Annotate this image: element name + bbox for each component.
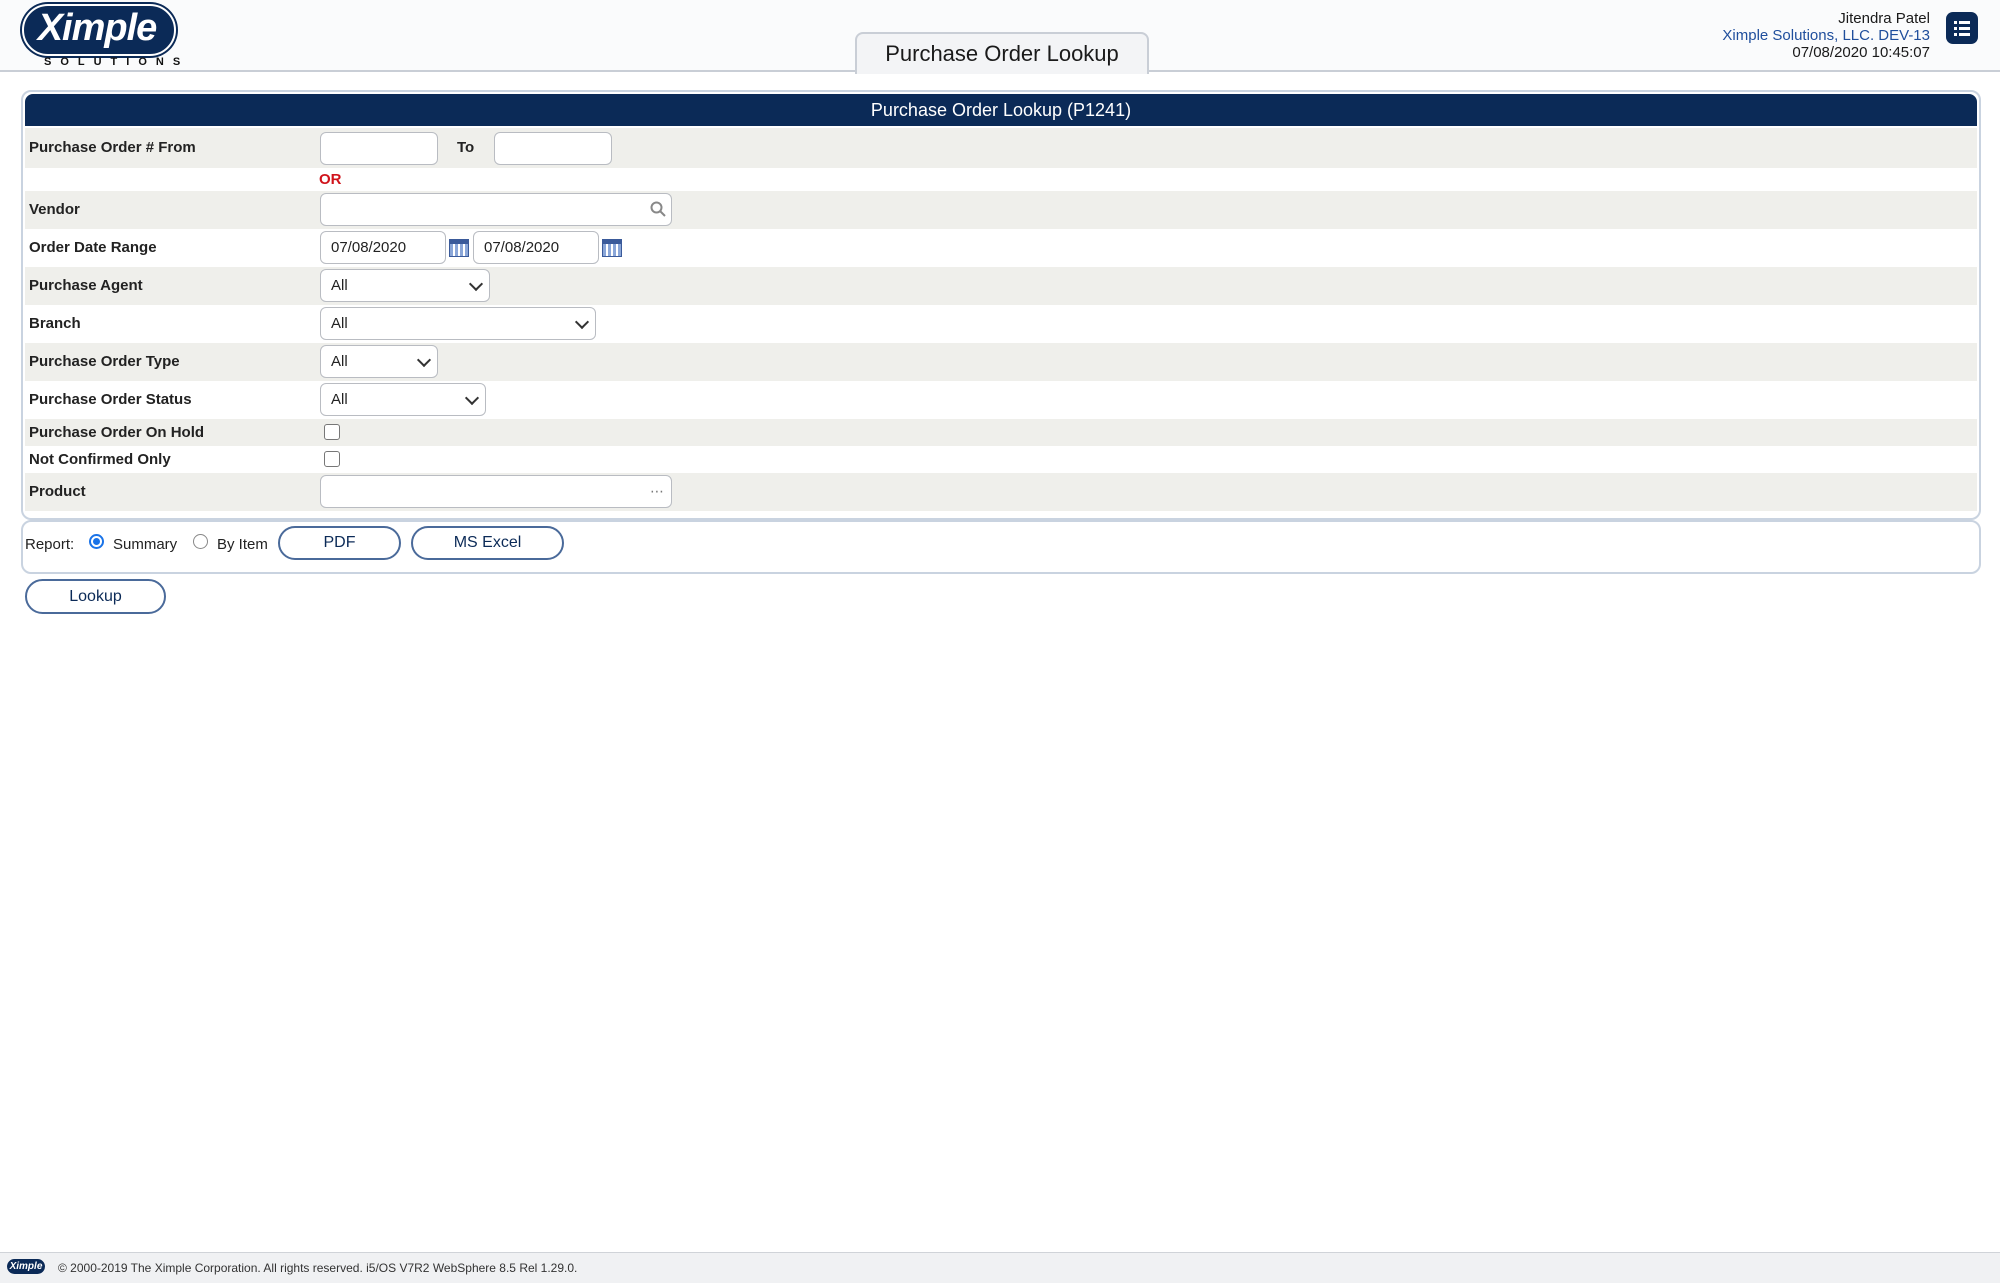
- row-purchase-agent: Purchase Agent All: [25, 267, 1977, 305]
- branch-select[interactable]: All: [320, 307, 596, 340]
- summary-label[interactable]: Summary: [113, 536, 177, 553]
- chevron-down-icon: [464, 390, 480, 405]
- not-confirmed-checkbox[interactable]: [324, 451, 340, 467]
- app-header: Ximple SOLUTIONS Purchase Order Lookup J…: [0, 0, 2000, 74]
- purchase-agent-label: Purchase Agent: [29, 277, 143, 294]
- vendor-input[interactable]: [320, 193, 672, 226]
- product-label: Product: [29, 483, 86, 500]
- po-to-input[interactable]: [494, 132, 612, 165]
- po-from-input[interactable]: [320, 132, 438, 165]
- order-date-to-input[interactable]: 07/08/2020: [473, 231, 599, 264]
- search-icon[interactable]: [650, 201, 666, 217]
- ms-excel-button[interactable]: MS Excel: [411, 526, 564, 560]
- calendar-icon[interactable]: [602, 239, 622, 257]
- row-order-date: Order Date Range 07/08/2020 07/08/2020: [25, 229, 1977, 267]
- order-date-label: Order Date Range: [29, 239, 157, 256]
- logo-subtitle: SOLUTIONS: [44, 56, 190, 68]
- by-item-label[interactable]: By Item: [217, 536, 268, 553]
- copyright-text: © 2000-2019 The Ximple Corporation. All …: [58, 1261, 578, 1275]
- row-not-confirmed: Not Confirmed Only: [25, 446, 1977, 473]
- vendor-label: Vendor: [29, 201, 80, 218]
- purchase-agent-value: All: [331, 277, 348, 294]
- list-icon[interactable]: [1946, 12, 1978, 44]
- pdf-button[interactable]: PDF: [278, 526, 401, 560]
- purchase-agent-select[interactable]: All: [320, 269, 490, 302]
- on-hold-label: Purchase Order On Hold: [29, 424, 205, 441]
- po-status-select[interactable]: All: [320, 383, 486, 416]
- row-on-hold: Purchase Order On Hold: [25, 419, 1977, 446]
- form-title: Purchase Order Lookup (P1241): [25, 94, 1977, 126]
- on-hold-checkbox[interactable]: [324, 424, 340, 440]
- product-input[interactable]: [320, 475, 672, 508]
- chevron-down-icon: [574, 314, 590, 329]
- order-date-from-input[interactable]: 07/08/2020: [320, 231, 446, 264]
- po-status-label: Purchase Order Status: [29, 391, 192, 408]
- ximple-logo[interactable]: Ximple SOLUTIONS: [22, 2, 180, 68]
- by-item-radio[interactable]: [193, 534, 208, 549]
- ellipsis-icon[interactable]: ⋯: [650, 483, 665, 500]
- lookup-form-panel: Purchase Order Lookup (P1241) Purchase O…: [21, 90, 1981, 520]
- po-to-label: To: [457, 139, 475, 156]
- po-type-label: Purchase Order Type: [29, 353, 180, 370]
- footer: Ximple © 2000-2019 The Ximple Corporatio…: [0, 1252, 2000, 1283]
- current-datetime: 07/08/2020 10:45:07: [1792, 44, 1930, 61]
- row-po-number: Purchase Order # From To: [25, 128, 1977, 168]
- po-status-value: All: [331, 391, 348, 408]
- summary-radio[interactable]: [89, 534, 104, 549]
- footer-logo: Ximple: [7, 1259, 45, 1274]
- company-name: Ximple Solutions, LLC. DEV-13: [1722, 27, 1930, 44]
- user-info: Jitendra Patel Ximple Solutions, LLC. DE…: [1722, 10, 1930, 61]
- po-from-label: Purchase Order # From: [29, 139, 196, 156]
- calendar-icon[interactable]: [449, 239, 469, 257]
- po-type-select[interactable]: All: [320, 345, 438, 378]
- logo-word: Ximple: [37, 7, 158, 49]
- not-confirmed-label: Not Confirmed Only: [29, 451, 171, 468]
- row-branch: Branch All: [25, 305, 1977, 343]
- branch-value: All: [331, 315, 348, 332]
- branch-label: Branch: [29, 315, 81, 332]
- row-po-status: Purchase Order Status All: [25, 381, 1977, 419]
- row-vendor: Vendor: [25, 191, 1977, 229]
- lookup-button[interactable]: Lookup: [25, 579, 166, 614]
- row-po-type: Purchase Order Type All: [25, 343, 1977, 381]
- po-type-value: All: [331, 353, 348, 370]
- user-name: Jitendra Patel: [1838, 10, 1930, 27]
- chevron-down-icon: [468, 276, 484, 291]
- row-product: Product ⋯: [25, 473, 1977, 511]
- page-tab[interactable]: Purchase Order Lookup: [855, 32, 1149, 74]
- report-label: Report:: [25, 536, 75, 553]
- or-separator: OR: [319, 171, 342, 188]
- report-options: Report: Summary By Item PDF MS Excel: [21, 520, 1981, 574]
- chevron-down-icon: [416, 352, 432, 367]
